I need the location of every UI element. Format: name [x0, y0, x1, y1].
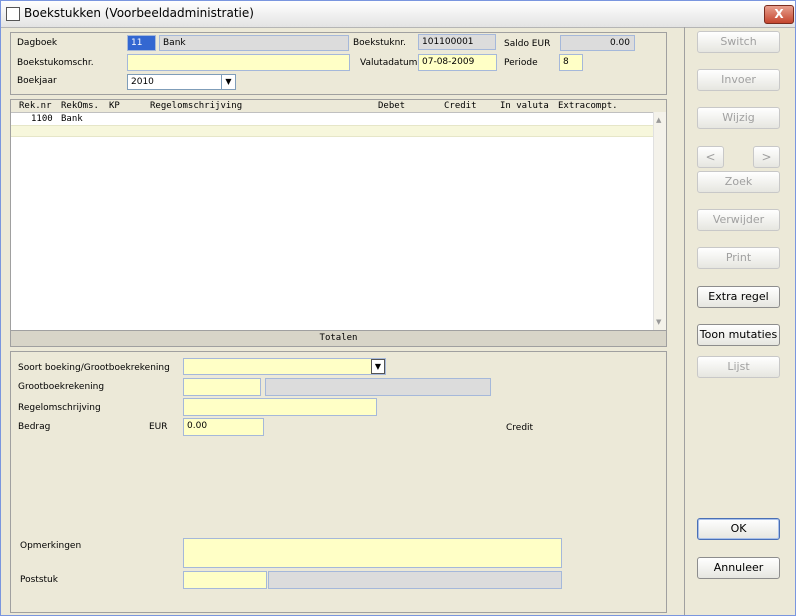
grootboek-label: Grootboekrekening: [18, 382, 105, 392]
row-reknr: 1100: [31, 114, 53, 124]
periode-field[interactable]: 8: [559, 54, 583, 71]
app-window: Boekstukken (Voorbeeldadministratie) X D…: [0, 0, 796, 616]
poststuk-label: Poststuk: [20, 575, 58, 585]
next-button[interactable]: >: [753, 146, 780, 168]
col-reknr[interactable]: Rek.nr: [19, 100, 52, 112]
zoek-button[interactable]: Zoek: [697, 171, 780, 193]
invoer-button[interactable]: Invoer: [697, 69, 780, 91]
grid-scrollbar[interactable]: ▲ ▼: [653, 112, 666, 330]
grootboek-field[interactable]: [183, 378, 261, 396]
ok-button[interactable]: OK: [697, 518, 780, 540]
col-kp[interactable]: KP: [109, 100, 120, 112]
poststuk-field[interactable]: [183, 571, 267, 589]
dagboek-code-field[interactable]: 11: [127, 35, 156, 51]
boekjaar-select[interactable]: 2010 ▼: [127, 74, 236, 90]
grid-header: Rek.nr RekOms. KP Regelomschrijving Debe…: [11, 100, 666, 113]
col-rekoms[interactable]: RekOms.: [61, 100, 99, 112]
lijst-button[interactable]: Lijst: [697, 356, 780, 378]
sidebar-divider: [684, 27, 685, 615]
chevron-down-icon[interactable]: ▼: [371, 359, 385, 374]
arrow-up-icon[interactable]: ▲: [656, 116, 661, 124]
opmerkingen-field[interactable]: [183, 538, 562, 568]
col-extracompt[interactable]: Extracompt.: [558, 100, 618, 112]
journal-grid[interactable]: Rek.nr RekOms. KP Regelomschrijving Debe…: [10, 99, 667, 347]
grootboek-name-field: [265, 378, 491, 396]
credit-label: Credit: [506, 423, 534, 433]
boekstukomschr-label: Boekstukomschr.: [17, 58, 94, 68]
table-row[interactable]: 1100 Bank: [11, 114, 656, 125]
print-button[interactable]: Print: [697, 247, 780, 269]
valutadatum-label: Valutadatum: [360, 58, 418, 68]
chevron-down-icon[interactable]: ▼: [221, 75, 235, 89]
boekstukomschr-field[interactable]: [127, 54, 350, 71]
close-button[interactable]: X: [764, 5, 794, 24]
annuleer-button[interactable]: Annuleer: [697, 557, 780, 579]
soort-select[interactable]: ▼: [183, 358, 386, 375]
col-regelomschrijving[interactable]: Regelomschrijving: [150, 100, 242, 112]
col-credit[interactable]: Credit: [444, 100, 477, 112]
switch-button[interactable]: Switch: [697, 31, 780, 53]
dagboek-name-field: Bank: [159, 35, 349, 51]
arrow-down-icon[interactable]: ▼: [656, 318, 661, 326]
row-rekoms: Bank: [61, 114, 83, 124]
bedrag-field[interactable]: 0.00: [183, 418, 264, 436]
boekjaar-label: Boekjaar: [17, 76, 57, 86]
opmerkingen-label: Opmerkingen: [20, 541, 82, 551]
window-title: Boekstukken (Voorbeeldadministratie): [24, 6, 254, 20]
regelomschrijving-field[interactable]: [183, 398, 377, 416]
currency-label: EUR: [149, 422, 168, 432]
bedrag-label: Bedrag: [18, 422, 51, 432]
saldo-field: 0.00: [560, 35, 635, 51]
toon-mutaties-button[interactable]: Toon mutaties: [697, 324, 780, 346]
boekjaar-value: 2010: [131, 77, 154, 87]
periode-label: Periode: [504, 58, 538, 68]
title-bar: Boekstukken (Voorbeeldadministratie) X: [1, 1, 795, 28]
valutadatum-field[interactable]: 07-08-2009: [418, 54, 497, 71]
col-debet[interactable]: Debet: [378, 100, 405, 112]
extra-regel-button[interactable]: Extra regel: [697, 286, 780, 308]
col-in-valuta[interactable]: In valuta: [500, 100, 549, 112]
soort-label: Soort boeking/Grootboekrekening: [18, 363, 170, 373]
grid-totals: Totalen: [11, 330, 666, 346]
boekstuknr-label: Boekstuknr.: [353, 38, 407, 48]
verwijder-button[interactable]: Verwijder: [697, 209, 780, 231]
prev-button[interactable]: <: [697, 146, 724, 168]
poststuk-name-field: [268, 571, 562, 589]
table-row-new[interactable]: [11, 125, 656, 137]
saldo-label: Saldo EUR: [504, 39, 551, 49]
wijzig-button[interactable]: Wijzig: [697, 107, 780, 129]
window-icon: [6, 7, 20, 21]
boekstuknr-field: 101100001: [418, 34, 496, 50]
dagboek-label: Dagboek: [17, 38, 58, 48]
regelomschrijving-label: Regelomschrijving: [18, 403, 101, 413]
